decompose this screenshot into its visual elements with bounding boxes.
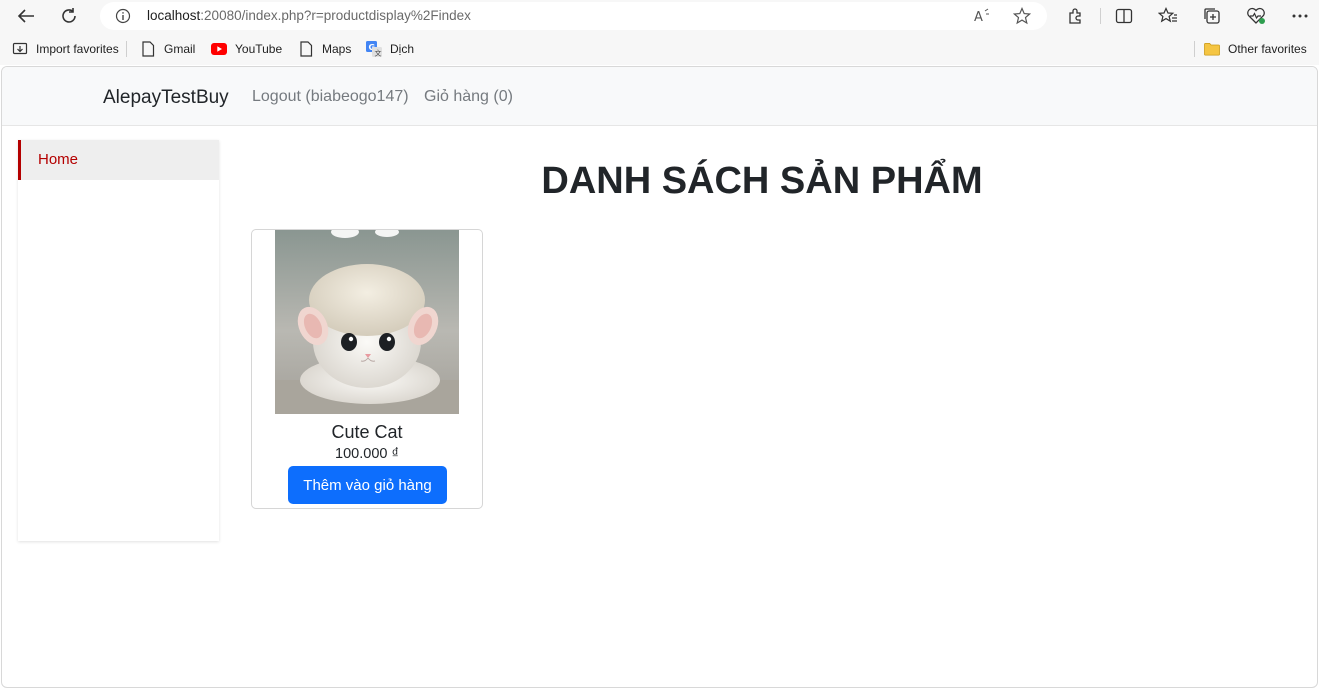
- split-screen-icon[interactable]: [1113, 5, 1135, 27]
- svg-text:A: A: [974, 10, 983, 24]
- favorite-label: Maps: [322, 42, 352, 56]
- favorite-label: Gmail: [164, 42, 196, 56]
- cart-link[interactable]: Giỏ hàng (0): [424, 88, 513, 106]
- page-icon: [140, 41, 156, 57]
- favorites-icon[interactable]: [1157, 5, 1179, 27]
- extensions-icon[interactable]: [1064, 5, 1086, 27]
- reload-button[interactable]: [56, 4, 82, 28]
- site-navbar: AlepayTestBuy Logout (biabeogo147) Giỏ h…: [2, 67, 1317, 126]
- product-image[interactable]: [275, 230, 459, 414]
- url-path: :20080/index.php?r=productdisplay%2Finde…: [200, 8, 471, 23]
- collections-icon[interactable]: [1201, 5, 1223, 27]
- star-icon[interactable]: [1012, 6, 1032, 26]
- reload-icon: [62, 8, 76, 23]
- svg-text:文: 文: [375, 48, 382, 57]
- brand-link[interactable]: AlepayTestBuy: [103, 87, 229, 109]
- favorites-divider: [1194, 41, 1195, 57]
- sidebar-item-home[interactable]: Home: [18, 140, 219, 180]
- logout-link[interactable]: Logout (biabeogo147): [252, 88, 409, 106]
- favorite-label: YouTube: [235, 42, 283, 56]
- page-viewport: AlepayTestBuy Logout (biabeogo147) Giỏ h…: [1, 66, 1318, 688]
- product-price: 100.000 ₫: [335, 446, 399, 462]
- favorite-youtube[interactable]: YouTube: [211, 40, 282, 58]
- favorites-bar: Import favorites Gmail YouTube Maps G文 D…: [0, 33, 1319, 65]
- cat-photo: [275, 230, 459, 414]
- product-card: Cute Cat 100.000 ₫ Thêm vào giỏ hàng: [251, 229, 483, 509]
- youtube-icon: [211, 41, 227, 57]
- favorites-divider: [126, 41, 127, 57]
- import-icon: [12, 41, 28, 57]
- page-icon: [298, 41, 314, 57]
- favorite-maps[interactable]: Maps: [298, 40, 351, 58]
- toolbar-divider: [1100, 8, 1101, 24]
- favorite-import[interactable]: Import favorites: [12, 40, 119, 58]
- url-host: localhost: [147, 8, 201, 23]
- favorite-gmail[interactable]: Gmail: [140, 40, 195, 58]
- favorite-translate[interactable]: G文 Dịch: [366, 40, 414, 58]
- favorite-label: Import favorites: [36, 42, 119, 56]
- sidebar: Home: [18, 140, 219, 541]
- translate-icon: G文: [366, 41, 382, 57]
- page-title: DANH SÁCH SẢN PHẨM: [541, 160, 983, 202]
- browser-toolbar: localhost:20080/index.php?r=productdispl…: [0, 0, 1319, 33]
- add-to-cart-button[interactable]: Thêm vào giỏ hàng: [288, 466, 447, 504]
- sidebar-item-label: Home: [38, 151, 79, 168]
- read-aloud-icon[interactable]: A: [972, 6, 992, 26]
- other-favorites-label: Other favorites: [1228, 42, 1307, 56]
- back-button[interactable]: [13, 4, 39, 28]
- info-icon[interactable]: [114, 7, 132, 25]
- folder-icon: [1204, 41, 1220, 57]
- address-bar[interactable]: localhost:20080/index.php?r=productdispl…: [100, 2, 1047, 30]
- product-name: Cute Cat: [331, 422, 403, 442]
- more-menu-icon[interactable]: [1289, 5, 1311, 27]
- arrow-left-icon: [17, 9, 34, 23]
- favorite-label: Dịch: [390, 42, 415, 56]
- browser-essentials-icon[interactable]: [1245, 5, 1267, 27]
- url-text: localhost:20080/index.php?r=productdispl…: [147, 8, 471, 23]
- other-favorites[interactable]: Other favorites: [1204, 40, 1307, 58]
